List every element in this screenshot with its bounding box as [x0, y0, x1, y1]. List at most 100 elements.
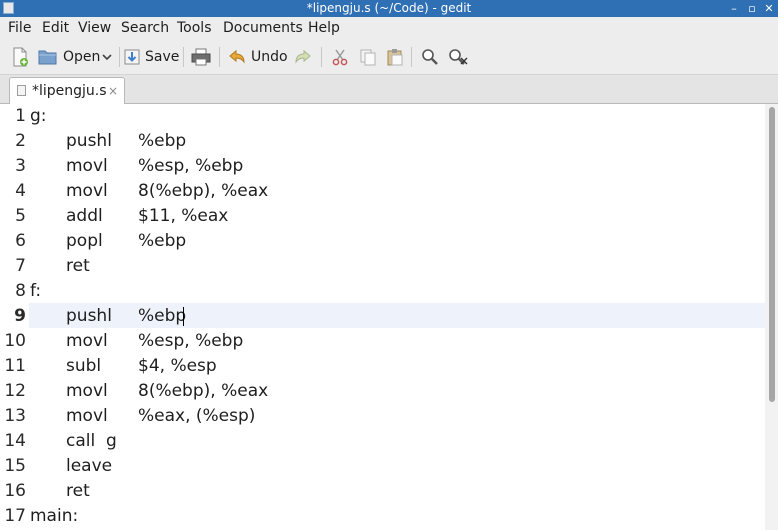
maximize-button[interactable]: ▫ — [745, 0, 759, 17]
line-number: 8 — [15, 281, 26, 301]
line-number: 6 — [15, 231, 26, 251]
code-label: f: — [30, 281, 42, 301]
save-button[interactable]: Save — [124, 46, 179, 68]
code-operand: %ebp — [138, 231, 187, 251]
toolbar-separator — [119, 47, 120, 67]
copy-icon — [360, 49, 376, 66]
open-button[interactable]: Open — [38, 46, 100, 68]
title-bar: *lipengju.s (~/Code) - gedit – ▫ ✕ — [0, 0, 778, 17]
code-operand: $11, %eax — [138, 206, 229, 226]
line-number: 16 — [4, 481, 26, 501]
vertical-scrollbar[interactable] — [765, 104, 778, 530]
code-operand: %esp, %ebp — [138, 331, 244, 351]
line-number: 14 — [4, 431, 26, 451]
copy-button[interactable] — [359, 46, 377, 68]
code-operand: $4, %esp — [138, 356, 217, 376]
save-icon — [124, 49, 140, 65]
line-number: 12 — [4, 381, 26, 401]
scissors-icon — [332, 49, 348, 66]
text-cursor — [183, 307, 184, 326]
document-icon — [17, 85, 26, 96]
code-operand: %ebp — [138, 131, 187, 151]
code-operand: 8(%ebp), %eax — [138, 181, 269, 201]
open-recent-dropdown[interactable] — [101, 46, 113, 68]
tab-lipengju-s[interactable]: *lipengju.s × — [9, 77, 125, 104]
code-instruction: subl — [66, 356, 102, 376]
code-instruction: leave — [66, 456, 113, 476]
find-button[interactable] — [421, 46, 439, 68]
code-instruction: movl — [66, 381, 108, 401]
tab-label: *lipengju.s — [32, 83, 107, 99]
paste-icon — [387, 49, 403, 66]
code-operand: %esp, %ebp — [138, 156, 244, 176]
print-button[interactable] — [191, 46, 211, 68]
menu-edit[interactable]: Edit — [42, 19, 69, 37]
new-document-button[interactable] — [11, 46, 29, 68]
line-number: 9 — [14, 306, 26, 326]
menu-search[interactable]: Search — [121, 19, 169, 37]
line-number: 1 — [15, 106, 26, 126]
scrollbar-thumb[interactable] — [769, 107, 775, 402]
toolbar: Open Save Undo — [0, 39, 778, 75]
code-operand: %ebp — [138, 306, 187, 326]
undo-label: Undo — [251, 49, 288, 65]
toolbar-separator — [183, 47, 184, 67]
minimize-button[interactable]: – — [727, 0, 741, 17]
code-instruction: movl — [66, 181, 108, 201]
tab-close-button[interactable]: × — [108, 82, 118, 100]
find-replace-button[interactable] — [448, 46, 468, 68]
find-replace-icon — [449, 49, 468, 65]
line-number: 10 — [4, 331, 26, 351]
code-label: g: — [30, 106, 47, 126]
menu-bar: File Edit View Search Tools Documents He… — [0, 17, 778, 39]
menu-help[interactable]: Help — [308, 19, 340, 37]
print-icon — [191, 48, 211, 66]
code-instruction: movl — [66, 331, 108, 351]
toolbar-separator — [219, 47, 220, 67]
chevron-down-icon — [102, 54, 112, 61]
toolbar-separator — [411, 47, 412, 67]
code-label: main: — [30, 506, 79, 526]
menu-documents[interactable]: Documents — [223, 19, 303, 37]
code-instruction: addl — [66, 206, 103, 226]
paste-button[interactable] — [386, 46, 404, 68]
code-instruction: ret — [66, 256, 90, 276]
save-label: Save — [145, 49, 180, 65]
code-instruction: call g — [66, 431, 117, 451]
code-instruction: popl — [66, 231, 103, 251]
undo-button[interactable]: Undo — [228, 46, 288, 68]
line-number: 11 — [4, 356, 26, 376]
redo-arrow-icon — [295, 49, 311, 64]
code-instruction: ret — [66, 481, 90, 501]
code-instruction: movl — [66, 156, 108, 176]
line-number-gutter: 1 2 3 4 5 6 7 8 9 10 11 12 13 14 15 16 17 — [0, 104, 27, 530]
text-editor[interactable]: 1 2 3 4 5 6 7 8 9 10 11 12 13 14 15 16 17 g: pushl %ebp mov… — [0, 104, 778, 530]
close-window-button[interactable]: ✕ — [762, 0, 776, 17]
new-document-icon — [13, 47, 28, 67]
toolbar-separator — [321, 47, 322, 67]
menu-tools[interactable]: Tools — [177, 19, 212, 37]
folder-icon — [38, 50, 57, 65]
line-number: 17 — [4, 506, 26, 526]
line-number: 7 — [15, 256, 26, 276]
code-instruction: pushl — [66, 306, 112, 326]
line-number: 4 — [15, 181, 26, 201]
code-operand: 8(%ebp), %eax — [138, 381, 269, 401]
code-operand: %eax, (%esp) — [138, 406, 256, 426]
window-title: *lipengju.s (~/Code) - gedit — [306, 1, 472, 15]
line-number: 13 — [4, 406, 26, 426]
menu-view[interactable]: View — [78, 19, 111, 37]
line-number: 2 — [15, 131, 26, 151]
line-number: 3 — [15, 156, 26, 176]
search-icon — [422, 49, 438, 65]
undo-arrow-icon — [229, 49, 245, 64]
cut-button[interactable] — [331, 46, 349, 68]
menu-file[interactable]: File — [8, 19, 31, 37]
open-label: Open — [63, 49, 101, 65]
code-instruction: pushl — [66, 131, 112, 151]
tab-bar: *lipengju.s × — [0, 75, 778, 104]
line-number: 5 — [15, 206, 26, 226]
code-instruction: movl — [66, 406, 108, 426]
line-number: 15 — [4, 456, 26, 476]
redo-button[interactable] — [294, 46, 312, 68]
